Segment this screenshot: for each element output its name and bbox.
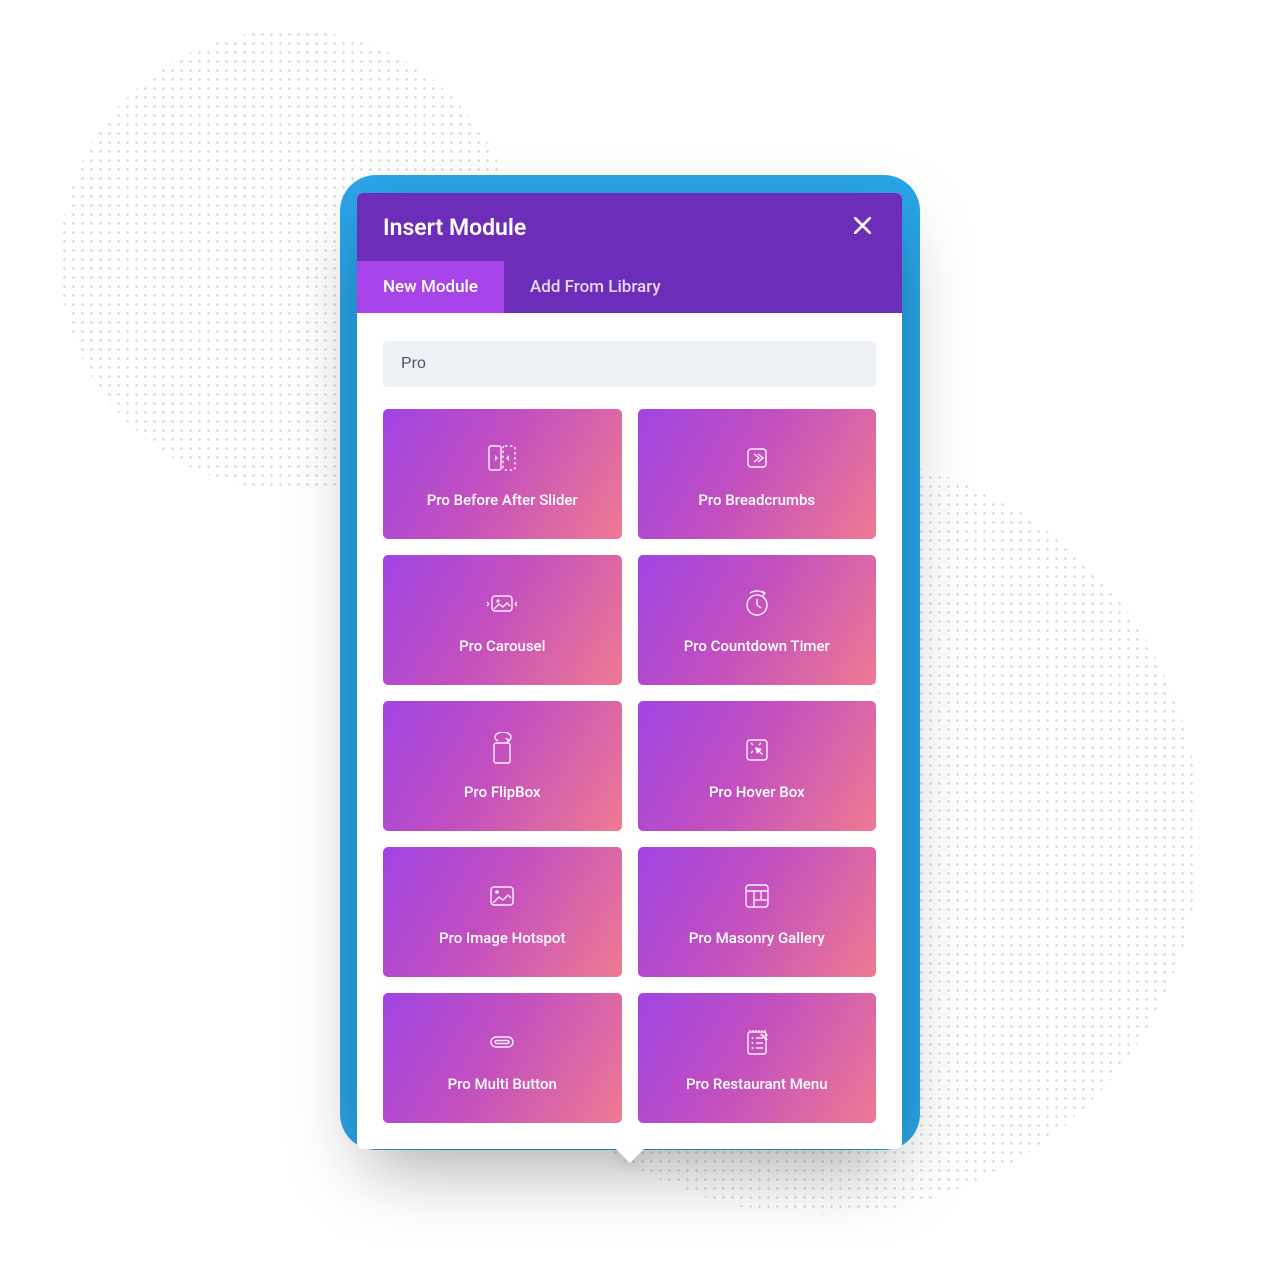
hover-box-icon: [738, 731, 776, 769]
modal-tabs: New Module Add From Library: [357, 261, 902, 313]
multi-button-icon: [483, 1023, 521, 1061]
breadcrumbs-icon: [738, 439, 776, 477]
module-card-image-hotspot[interactable]: Pro Image Hotspot: [383, 847, 622, 977]
tab-label: Add From Library: [530, 277, 661, 297]
tab-label: New Module: [383, 277, 478, 297]
module-label: Pro Masonry Gallery: [689, 929, 825, 947]
close-button[interactable]: [848, 213, 876, 241]
modal-body: Pro Before After Slider Pro Breadcrumbs: [357, 313, 902, 1149]
close-icon: [854, 217, 871, 238]
module-grid: Pro Before After Slider Pro Breadcrumbs: [383, 409, 876, 1123]
image-hotspot-icon: [483, 877, 521, 915]
before-after-slider-icon: [483, 439, 521, 477]
module-card-carousel[interactable]: Pro Carousel: [383, 555, 622, 685]
modal-header: Insert Module: [357, 193, 902, 261]
module-label: Pro Breadcrumbs: [698, 491, 815, 509]
module-label: Pro Restaurant Menu: [686, 1075, 828, 1093]
module-card-multi-button[interactable]: Pro Multi Button: [383, 993, 622, 1123]
module-card-hover-box[interactable]: Pro Hover Box: [638, 701, 877, 831]
insert-module-modal: Insert Module New Module Add From Librar…: [357, 193, 902, 1149]
module-card-before-after-slider[interactable]: Pro Before After Slider: [383, 409, 622, 539]
countdown-timer-icon: [738, 585, 776, 623]
module-card-countdown-timer[interactable]: Pro Countdown Timer: [638, 555, 877, 685]
module-label: Pro Carousel: [459, 637, 545, 655]
module-card-breadcrumbs[interactable]: Pro Breadcrumbs: [638, 409, 877, 539]
module-card-flipbox[interactable]: Pro FlipBox: [383, 701, 622, 831]
modal-title: Insert Module: [383, 214, 526, 241]
module-card-restaurant-menu[interactable]: Pro Restaurant Menu: [638, 993, 877, 1123]
tab-add-from-library[interactable]: Add From Library: [504, 261, 687, 313]
tab-new-module[interactable]: New Module: [357, 261, 504, 313]
module-label: Pro Hover Box: [709, 783, 805, 801]
module-card-masonry-gallery[interactable]: Pro Masonry Gallery: [638, 847, 877, 977]
module-label: Pro Multi Button: [448, 1075, 557, 1093]
masonry-gallery-icon: [738, 877, 776, 915]
module-label: Pro Before After Slider: [427, 491, 578, 509]
module-label: Pro FlipBox: [464, 783, 541, 801]
flipbox-icon: [483, 731, 521, 769]
module-label: Pro Image Hotspot: [439, 929, 565, 947]
module-label: Pro Countdown Timer: [684, 637, 830, 655]
search-input[interactable]: [383, 341, 876, 387]
carousel-icon: [483, 585, 521, 623]
restaurant-menu-icon: [738, 1023, 776, 1061]
